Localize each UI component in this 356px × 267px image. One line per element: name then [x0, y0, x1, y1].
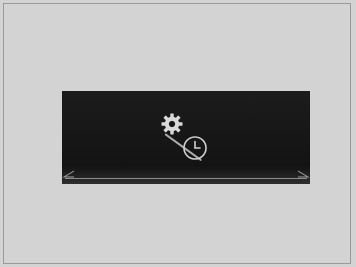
shelf-shadow [62, 166, 310, 184]
right-edge-arrow-icon [297, 170, 310, 178]
page-frame [3, 3, 351, 264]
shelf-line [65, 178, 307, 179]
gear-icon [161, 113, 183, 135]
settings-clock-icon-group[interactable] [158, 111, 218, 165]
display-screen [62, 91, 310, 184]
left-edge-arrow-icon [62, 170, 75, 178]
clock-icon [183, 136, 207, 160]
